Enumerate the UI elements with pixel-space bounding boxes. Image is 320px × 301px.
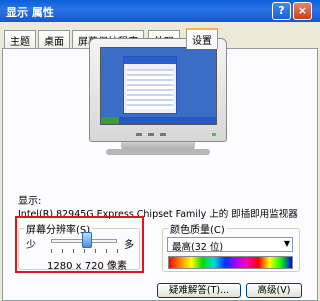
tab-desktop[interactable]: 桌面 <box>38 30 70 48</box>
monitor-button <box>160 133 166 136</box>
color-spectrum-preview <box>168 256 293 269</box>
display-label: 显示: <box>18 196 42 207</box>
display-properties-window: 显示 属性 ? × 主题 桌面 屏幕保护程序 外观 设置 显示: Intel(R… <box>0 0 320 301</box>
title-bar[interactable]: 显示 属性 ? × <box>0 0 320 22</box>
color-quality-select[interactable]: 最高(32 位) ▼ <box>167 237 293 253</box>
monitor-button <box>148 133 154 136</box>
help-button[interactable]: ? <box>272 2 291 20</box>
tab-settings[interactable]: 设置 <box>186 28 218 49</box>
color-quality-title: 颜色质量(C) <box>168 221 227 236</box>
preview-start-button <box>101 117 119 124</box>
tab-themes[interactable]: 主题 <box>4 30 36 48</box>
monitor-button <box>136 133 142 136</box>
preview-window <box>123 56 177 114</box>
chevron-down-icon[interactable]: ▼ <box>284 239 290 248</box>
color-quality-value: 最高(32 位) <box>172 242 224 253</box>
monitor-preview <box>89 38 227 142</box>
power-led-icon <box>212 133 216 136</box>
window-title: 显示 属性 <box>6 6 54 19</box>
desktop-preview-screen <box>100 47 217 125</box>
red-highlight-box <box>15 216 144 273</box>
close-button[interactable]: × <box>293 2 312 20</box>
advanced-button[interactable]: 高级(V) <box>246 283 302 298</box>
troubleshoot-button[interactable]: 疑难解答(T)... <box>157 283 241 298</box>
monitor-base <box>106 149 210 155</box>
